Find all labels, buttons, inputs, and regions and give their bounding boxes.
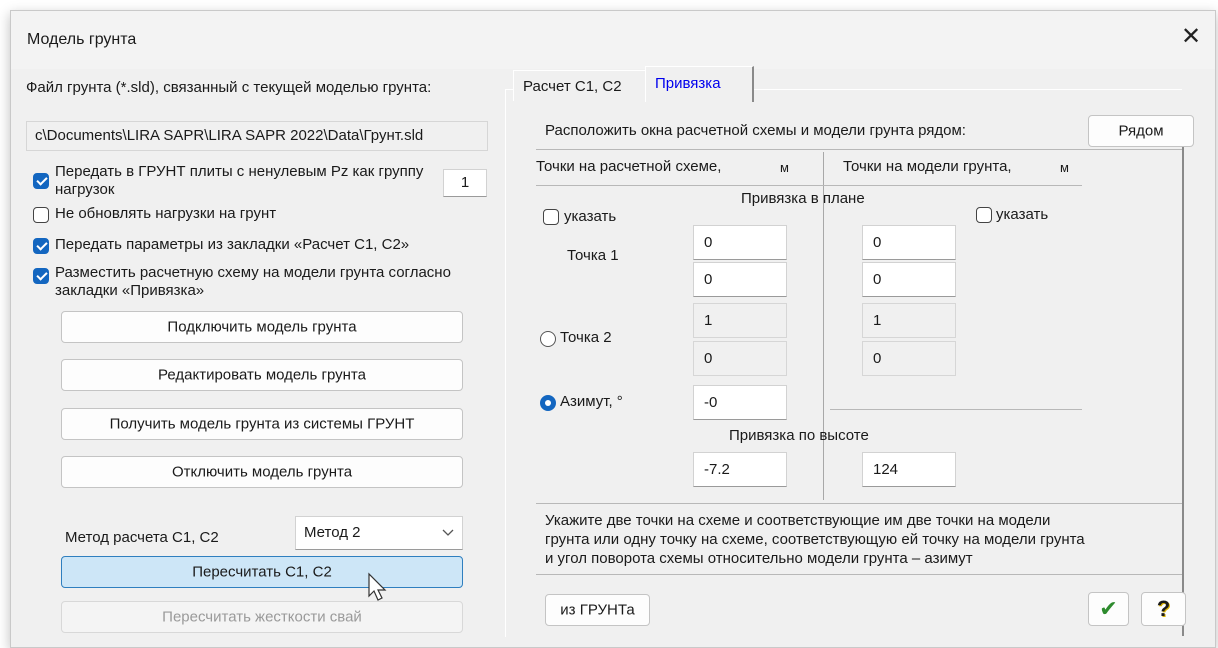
p2-model-x-field[interactable]: 1 <box>862 303 956 338</box>
hint-line-3: и угол поворота схемы относительно модел… <box>545 550 973 567</box>
recalc-c1c2-label: Пересчитать С1, С2 <box>192 563 332 581</box>
from-ground-button[interactable]: из ГРУНТа <box>545 594 650 626</box>
calc-method-select[interactable]: Метод 2 <box>295 516 463 550</box>
help-button[interactable]: ? <box>1141 592 1186 626</box>
panel-edge <box>1182 140 1184 636</box>
tab-calc-label: Расчет С1, С2 <box>523 78 622 95</box>
soil-file-path-field[interactable]: c\Documents\LIRA SAPR\LIRA SAPR 2022\Dat… <box>26 121 488 151</box>
recalc-pile-stiffness-label: Пересчитать жесткости свай <box>162 608 362 626</box>
tab-binding-label: Привязка <box>655 75 721 92</box>
divider <box>536 149 1182 150</box>
from-ground-label: из ГРУНТа <box>560 601 635 619</box>
near-button[interactable]: Рядом <box>1088 115 1194 147</box>
ok-button[interactable]: ✔ <box>1088 592 1129 626</box>
divider <box>536 574 1182 575</box>
place-scheme-checkbox[interactable] <box>33 268 49 284</box>
soil-file-label: Файл грунта (*.sld), связанный с текущей… <box>26 79 432 96</box>
no-update-loads-checkbox[interactable] <box>33 207 49 223</box>
p2-scheme-x-field[interactable]: 1 <box>693 303 787 338</box>
p1-scheme-y-field[interactable]: 0 <box>693 262 787 297</box>
transfer-plates-label: Передать в ГРУНТ плиты с ненулевым Pz ка… <box>55 163 424 198</box>
window-title: Модель грунта <box>27 31 137 48</box>
close-icon[interactable]: ✕ <box>1177 23 1205 51</box>
height-scheme-field[interactable]: -7.2 <box>693 452 787 487</box>
no-update-loads-label: Не обновлять нагрузки на грунт <box>55 205 277 222</box>
recalc-c1c2-button[interactable]: Пересчитать С1, С2 <box>61 556 463 588</box>
scheme-points-header: Точки на расчетной схеме, <box>536 158 722 175</box>
model-points-header: Точки на модели грунта, <box>843 158 1012 175</box>
divider <box>830 409 1082 410</box>
divider <box>536 503 1182 504</box>
help-icon: ? <box>1156 596 1171 621</box>
p1-model-y-field[interactable]: 0 <box>862 262 956 297</box>
indicate-model-checkbox[interactable] <box>976 207 992 223</box>
title-bar: Модель грунта ✕ <box>11 11 1215 69</box>
indicate-scheme-checkbox[interactable] <box>543 209 559 225</box>
p1-scheme-x-field[interactable]: 0 <box>693 225 787 260</box>
divider <box>536 185 1082 186</box>
p2-scheme-y-field[interactable]: 0 <box>693 341 787 376</box>
point1-label: Точка 1 <box>567 247 619 264</box>
azimuth-field[interactable]: -0 <box>693 385 787 420</box>
transfer-plates-checkbox[interactable] <box>33 173 49 189</box>
azimuth-label: Азимут, ° <box>560 393 623 410</box>
hint-line-2: грунта или одну точку на схеме, соответс… <box>545 531 1085 548</box>
p1-model-x-field[interactable]: 0 <box>862 225 956 260</box>
plan-binding-header: Привязка в плане <box>741 190 865 207</box>
azimuth-radio[interactable] <box>540 395 556 411</box>
near-button-label: Рядом <box>1118 122 1164 140</box>
get-soil-model-label: Получить модель грунта из системы ГРУНТ <box>109 415 415 433</box>
disconnect-soil-model-label: Отключить модель грунта <box>171 463 353 481</box>
calc-method-label: Метод расчета С1, С2 <box>65 529 219 546</box>
place-scheme-label: Разместить расчетную схему на модели гру… <box>55 264 451 299</box>
indicate-scheme-label: указать <box>564 208 617 225</box>
height-model-field[interactable]: 124 <box>862 452 956 487</box>
model-points-unit: м <box>1060 160 1069 175</box>
calc-method-value: Метод 2 <box>304 524 361 541</box>
edit-soil-model-label: Редактировать модель грунта <box>158 366 366 384</box>
disconnect-soil-model-button[interactable]: Отключить модель грунта <box>61 456 463 488</box>
indicate-model-label: указать <box>996 206 1049 223</box>
height-binding-header: Привязка по высоте <box>729 427 869 444</box>
place-windows-label: Расположить окна расчетной схемы и модел… <box>545 122 966 139</box>
transfer-params-checkbox[interactable] <box>33 238 49 254</box>
get-soil-model-button[interactable]: Получить модель грунта из системы ГРУНТ <box>61 408 463 440</box>
check-icon: ✔ <box>1099 596 1118 621</box>
p2-model-y-field[interactable]: 0 <box>862 341 956 376</box>
transfer-params-label: Передать параметры из закладки «Расчет С… <box>55 236 410 253</box>
point2-radio[interactable] <box>540 331 556 347</box>
edit-soil-model-button[interactable]: Редактировать модель грунта <box>61 359 463 391</box>
load-group-number-field[interactable]: 1 <box>443 169 487 197</box>
hint-line-1: Укажите две точки на схеме и соответству… <box>545 512 1051 529</box>
recalc-pile-stiffness-button[interactable]: Пересчитать жесткости свай <box>61 601 463 633</box>
scheme-points-unit: м <box>780 160 789 175</box>
point2-label: Точка 2 <box>560 329 612 346</box>
connect-soil-model-button[interactable]: Подключить модель грунта <box>61 311 463 343</box>
chevron-down-icon <box>442 529 454 536</box>
connect-soil-model-label: Подключить модель грунта <box>167 318 357 336</box>
